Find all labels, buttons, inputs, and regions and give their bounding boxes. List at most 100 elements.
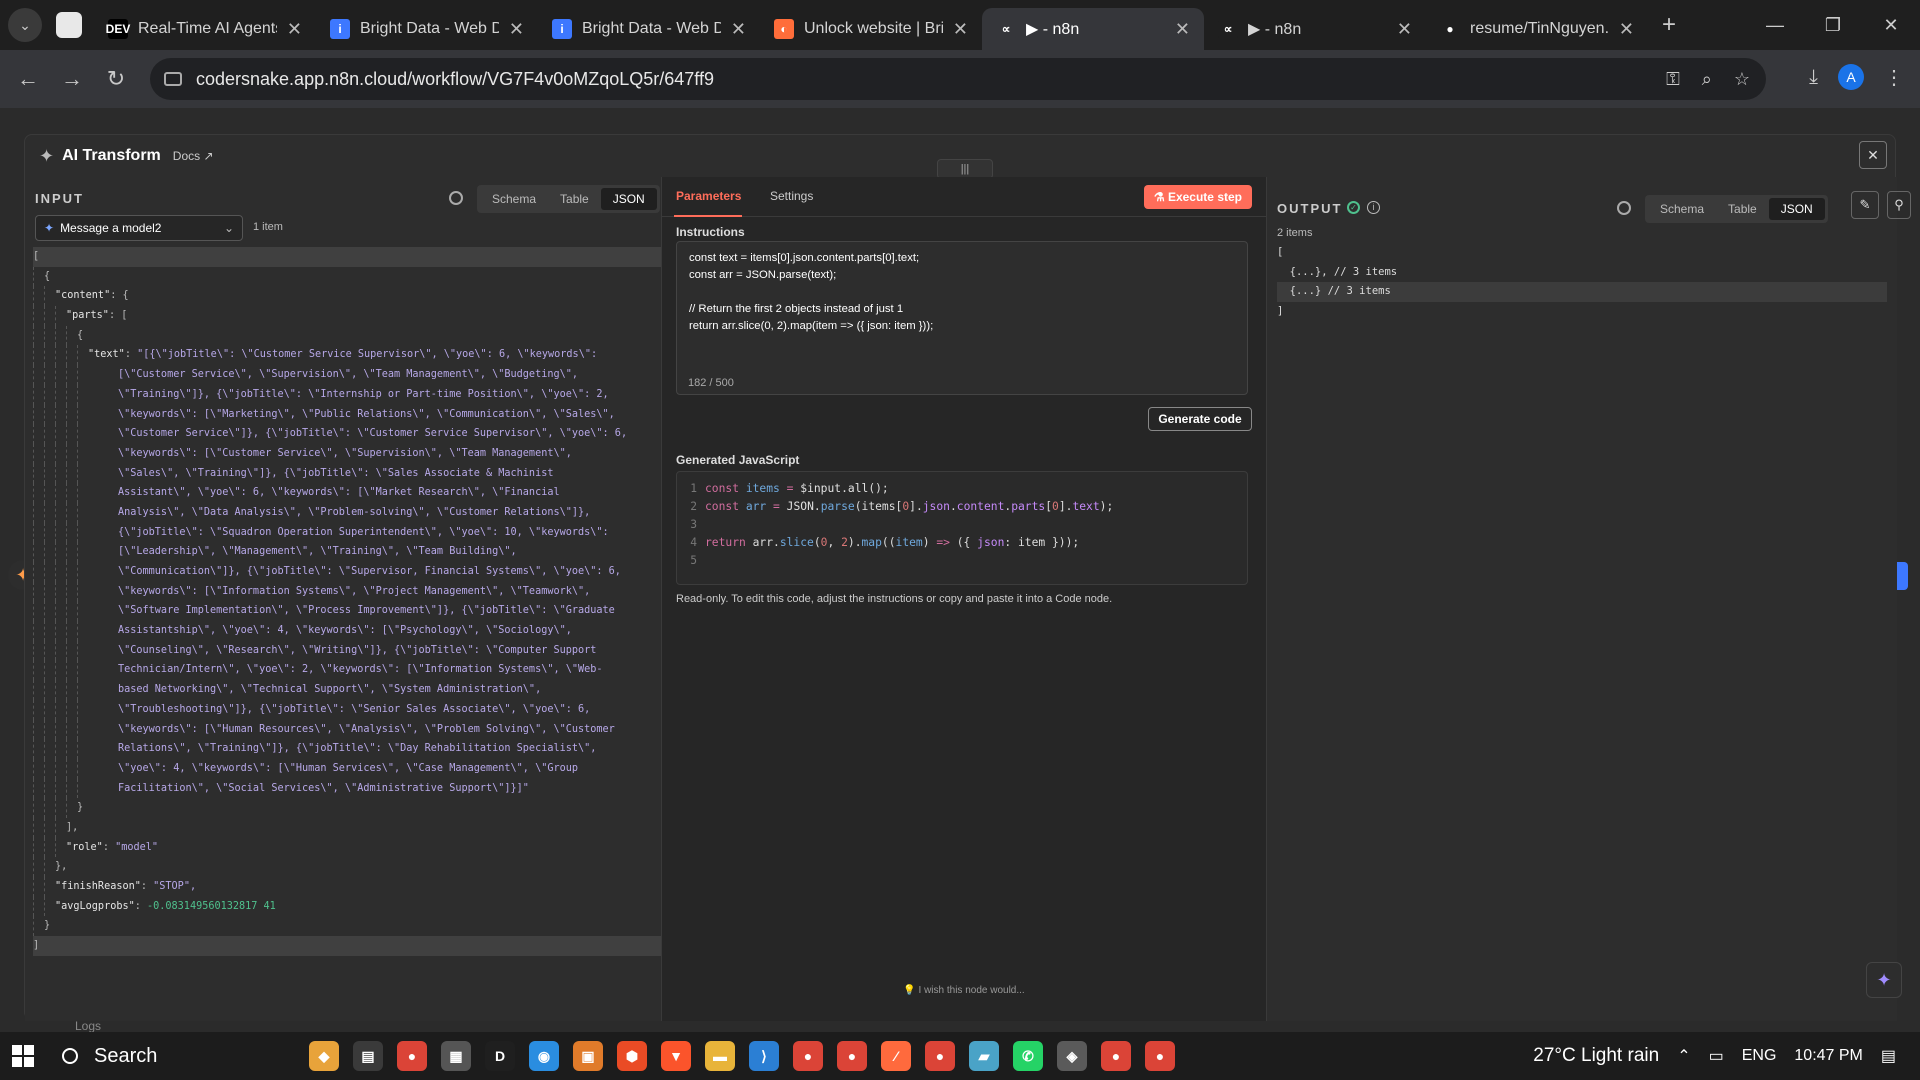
- zoom-icon[interactable]: ⌕: [1702, 69, 1712, 90]
- docs-link[interactable]: Docs ↗: [173, 149, 214, 163]
- close-tab-icon[interactable]: ✕: [1397, 19, 1412, 40]
- close-tab-icon[interactable]: ✕: [287, 19, 302, 40]
- tab-title: ▶ - n8n: [1026, 21, 1080, 38]
- ai-assistant-button[interactable]: ✦: [1866, 962, 1902, 998]
- tab-settings[interactable]: Settings: [770, 189, 813, 203]
- taskbar-app-icon[interactable]: ▤: [353, 1041, 383, 1071]
- browser-tab[interactable]: ◐ Unlock website | Bri ✕: [760, 8, 982, 50]
- address-bar[interactable]: codersnake.app.n8n.cloud/workflow/VG7F4v…: [150, 58, 1766, 100]
- output-json-view[interactable]: [ {...}, // 3 items {...} // 3 items]: [1277, 243, 1887, 322]
- pinned-tab[interactable]: [56, 12, 82, 38]
- site-info-icon[interactable]: [164, 72, 182, 86]
- search-icon[interactable]: [1617, 201, 1631, 215]
- url-text[interactable]: codersnake.app.n8n.cloud/workflow/VG7F4v…: [196, 69, 714, 90]
- output-json-line[interactable]: {...}, // 3 items: [1277, 263, 1887, 283]
- taskbar-app-icon[interactable]: ⁄: [881, 1041, 911, 1071]
- input-json-view[interactable]: [{"content": {"parts": [{"text": "[{\"jo…: [33, 247, 661, 1021]
- taskbar-app-icon[interactable]: ●: [793, 1041, 823, 1071]
- taskbar-app-icon[interactable]: ◈: [1057, 1041, 1087, 1071]
- chevron-up-icon[interactable]: ⌃: [1677, 1046, 1690, 1066]
- edit-output-button[interactable]: ✎: [1851, 191, 1879, 219]
- generate-code-button[interactable]: Generate code: [1148, 407, 1252, 431]
- drag-handle[interactable]: |||: [937, 159, 993, 179]
- execute-step-button[interactable]: ⚗ Execute step: [1143, 185, 1252, 209]
- taskbar-app-icon[interactable]: ◆: [309, 1041, 339, 1071]
- input-item-count: 1 item: [253, 221, 283, 233]
- indent-guide: [66, 758, 77, 779]
- taskbar-app-icon[interactable]: ●: [1145, 1041, 1175, 1071]
- language-indicator[interactable]: ENG: [1742, 1047, 1777, 1065]
- output-view-schema[interactable]: Schema: [1648, 198, 1716, 220]
- password-key-icon[interactable]: ⚿: [1666, 69, 1680, 90]
- browser-menu-icon[interactable]: ⋮: [1884, 65, 1904, 90]
- bookmark-star-icon[interactable]: ☆: [1734, 69, 1750, 90]
- taskbar-app-icon[interactable]: ●: [1101, 1041, 1131, 1071]
- close-modal-button[interactable]: ✕: [1859, 141, 1887, 169]
- input-view-table[interactable]: Table: [548, 188, 601, 210]
- browser-tab[interactable]: ∝ ▶ - n8n ✕: [982, 8, 1204, 50]
- input-node-select[interactable]: ✦ Message a model2 ⌄: [35, 215, 243, 241]
- close-tab-icon[interactable]: ✕: [1175, 19, 1190, 40]
- browser-tab[interactable]: i Bright Data - Web D ✕: [316, 8, 538, 50]
- reload-button[interactable]: ↻: [94, 66, 138, 92]
- input-view-schema[interactable]: Schema: [480, 188, 548, 210]
- taskbar-app-icon[interactable]: ◉: [529, 1041, 559, 1071]
- taskbar-app-icon[interactable]: D: [485, 1041, 515, 1071]
- search-icon[interactable]: [449, 191, 463, 205]
- windows-start-icon[interactable]: [12, 1045, 34, 1067]
- download-icon[interactable]: ⤓: [1809, 66, 1818, 89]
- taskbar-app-icon[interactable]: ▼: [661, 1041, 691, 1071]
- taskbar-app-icon[interactable]: ✆: [1013, 1041, 1043, 1071]
- taskbar-app-icon[interactable]: ▦: [441, 1041, 471, 1071]
- forward-button[interactable]: →: [50, 66, 94, 92]
- taskbar-app-icon[interactable]: ⬢: [617, 1041, 647, 1071]
- taskbar-app-icon[interactable]: ▣: [573, 1041, 603, 1071]
- output-view-json[interactable]: JSON: [1768, 198, 1825, 220]
- taskbar-app-icon[interactable]: ▰: [969, 1041, 999, 1071]
- clock[interactable]: 10:47 PM: [1794, 1047, 1862, 1065]
- output-json-line[interactable]: [: [1277, 243, 1887, 263]
- browser-tab[interactable]: ∝ ▶ - n8n ✕: [1204, 8, 1426, 50]
- tab-favicon-icon: i: [330, 19, 350, 39]
- logs-label[interactable]: Logs: [75, 1019, 101, 1033]
- instructions-textarea[interactable]: const text = items[0].json.content.parts…: [676, 241, 1248, 395]
- taskbar-app-icon[interactable]: ⟩: [749, 1041, 779, 1071]
- tab-parameters[interactable]: Parameters: [676, 189, 741, 203]
- generated-code-view[interactable]: 1 const items = $input.all(); 2 const arr …: [676, 471, 1248, 585]
- notifications-icon[interactable]: ▤: [1881, 1046, 1896, 1066]
- info-icon[interactable]: i: [1367, 201, 1380, 214]
- indent-guide: [55, 719, 66, 740]
- close-window-button[interactable]: ✕: [1862, 15, 1920, 36]
- input-view-json[interactable]: JSON: [600, 188, 657, 210]
- minimize-button[interactable]: —: [1746, 15, 1804, 36]
- battery-icon[interactable]: ▭: [1709, 1046, 1724, 1066]
- close-tab-icon[interactable]: ✕: [953, 19, 968, 40]
- new-tab-button[interactable]: +: [1662, 11, 1676, 39]
- output-json-line[interactable]: {...} // 3 items: [1277, 282, 1887, 303]
- indent-guide: [66, 365, 77, 385]
- pin-output-button[interactable]: ⚲: [1887, 191, 1911, 219]
- taskbar-app-icon[interactable]: ▬: [705, 1041, 735, 1071]
- browser-tab[interactable]: ● resume/TinNguyen. ✕: [1426, 8, 1648, 50]
- node-title[interactable]: AI Transform: [62, 147, 161, 165]
- restore-button[interactable]: ❐: [1804, 15, 1862, 36]
- browser-tab[interactable]: i Bright Data - Web D ✕: [538, 8, 760, 50]
- close-tab-icon[interactable]: ✕: [1619, 19, 1634, 40]
- weather-widget[interactable]: 27°C Light rain: [1533, 1045, 1659, 1067]
- output-view-table[interactable]: Table: [1716, 198, 1769, 220]
- tab-search-button[interactable]: ⌄: [8, 8, 42, 42]
- profile-avatar[interactable]: A: [1838, 64, 1864, 90]
- back-button[interactable]: ←: [6, 66, 50, 92]
- output-json-line[interactable]: ]: [1277, 302, 1887, 322]
- taskbar-app-icon[interactable]: ●: [837, 1041, 867, 1071]
- taskbar-app-icon[interactable]: ●: [397, 1041, 427, 1071]
- taskbar-search[interactable]: Search: [62, 1045, 302, 1068]
- json-line: based Networking\", \"Technical Support\…: [33, 680, 661, 700]
- close-tab-icon[interactable]: ✕: [731, 19, 746, 40]
- close-tab-icon[interactable]: ✕: [509, 19, 524, 40]
- json-value: {: [116, 290, 129, 302]
- browser-tab[interactable]: DEV Real-Time AI Agents ✕: [94, 8, 316, 50]
- feedback-link[interactable]: 💡 I wish this node would...: [662, 985, 1266, 996]
- taskbar-app-icon[interactable]: ●: [925, 1041, 955, 1071]
- indent-guide: [66, 325, 77, 346]
